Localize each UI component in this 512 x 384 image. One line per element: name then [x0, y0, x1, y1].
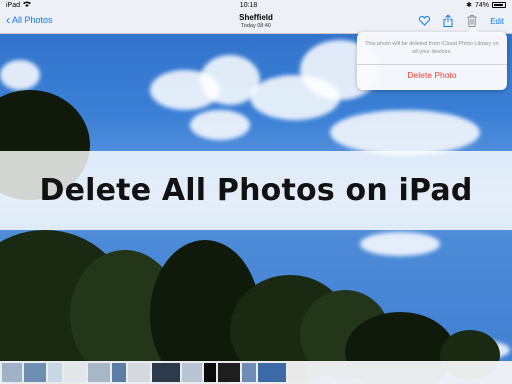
- thumbnail[interactable]: [64, 363, 86, 382]
- thumbnail-strip[interactable]: [0, 361, 512, 384]
- delete-photo-button[interactable]: Delete Photo: [357, 70, 507, 80]
- thumbnail[interactable]: [2, 363, 22, 382]
- trash-icon[interactable]: [466, 15, 478, 27]
- bluetooth-icon: ✱: [466, 2, 472, 9]
- banner-text: Delete All Photos on iPad: [39, 173, 473, 208]
- thumbnail[interactable]: [182, 363, 202, 382]
- cloud: [330, 110, 480, 155]
- device-label: iPad: [6, 1, 21, 9]
- clock: 10:18: [239, 1, 258, 9]
- wifi-icon: [23, 1, 32, 9]
- popover-message: This photo will be deleted from iCloud P…: [365, 41, 499, 55]
- status-bar: iPad 10:18 ✱ 74%: [0, 0, 512, 10]
- thumbnail[interactable]: [24, 363, 46, 382]
- share-icon[interactable]: [442, 15, 454, 27]
- heart-icon[interactable]: [418, 15, 430, 27]
- thumbnail[interactable]: [218, 363, 240, 382]
- nav-bar: ‹ All Photos Sheffield Today 08:40 Edit: [0, 10, 512, 34]
- cloud: [360, 232, 440, 256]
- thumbnail[interactable]: [258, 363, 286, 382]
- cloud: [0, 60, 40, 90]
- thumbnail[interactable]: [128, 363, 150, 382]
- thumbnail[interactable]: [48, 363, 62, 382]
- battery-icon: [492, 2, 506, 8]
- edit-button[interactable]: Edit: [490, 17, 504, 26]
- thumbnail[interactable]: [152, 363, 180, 382]
- thumbnail[interactable]: [88, 363, 110, 382]
- delete-popover: This photo will be deleted from iCloud P…: [357, 27, 507, 90]
- cloud: [190, 110, 250, 140]
- battery-percent: 74%: [474, 1, 489, 9]
- thumbnail[interactable]: [242, 363, 256, 382]
- thumbnail[interactable]: [112, 363, 126, 382]
- thumbnail[interactable]: [204, 363, 216, 382]
- thumbnail[interactable]: [288, 363, 306, 382]
- popover-divider: [357, 64, 507, 65]
- title-banner: Delete All Photos on iPad: [0, 151, 512, 230]
